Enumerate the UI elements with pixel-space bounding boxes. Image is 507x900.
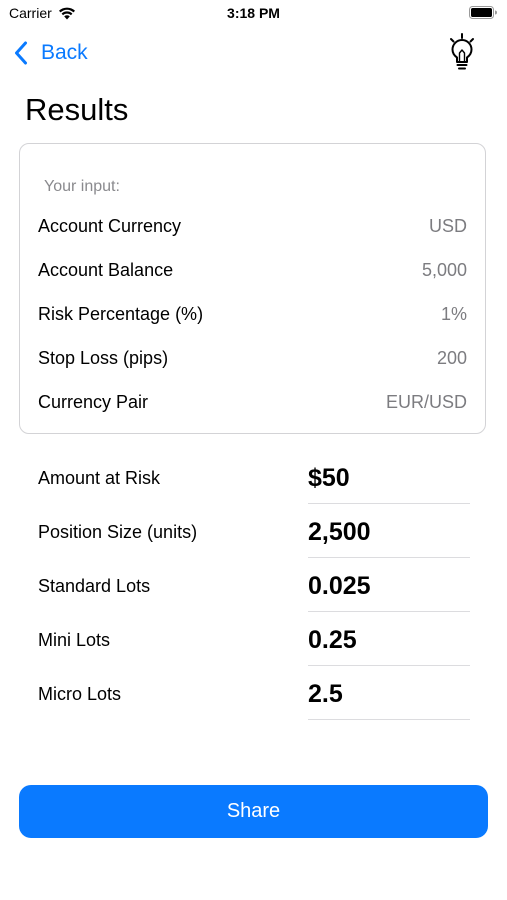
- result-divider: [308, 557, 470, 558]
- result-value: 0.25: [308, 626, 357, 654]
- input-value: EUR/USD: [385, 391, 467, 412]
- status-bar: Carrier 3:18 PM: [0, 0, 507, 28]
- input-label: Currency Pair: [38, 391, 149, 412]
- lightbulb-icon[interactable]: [444, 32, 480, 72]
- input-label: Stop Loss (pips): [38, 347, 169, 368]
- result-value: 2,500: [308, 518, 371, 546]
- result-value: $50: [308, 464, 350, 492]
- share-button[interactable]: Share: [19, 785, 488, 838]
- chevron-left-icon: [15, 41, 27, 65]
- input-row-currency-pair: Currency Pair EUR/USD: [38, 390, 467, 414]
- input-row-account-currency: Account Currency USD: [38, 214, 467, 238]
- input-summary-card: Your input: Account Currency USD Account…: [19, 143, 486, 434]
- result-row-standard-lots: Standard Lots 0.025: [38, 561, 470, 615]
- result-row-mini-lots: Mini Lots 0.25: [38, 615, 470, 669]
- result-divider: [308, 665, 470, 666]
- result-value: 2.5: [308, 680, 343, 708]
- result-label: Standard Lots: [38, 576, 151, 596]
- page-title: Results: [25, 92, 129, 127]
- input-label: Risk Percentage (%): [38, 303, 204, 324]
- input-label: Account Currency: [38, 215, 182, 236]
- back-label: Back: [41, 41, 88, 64]
- result-row-micro-lots: Micro Lots 2.5: [38, 669, 470, 723]
- battery-icon: [469, 6, 497, 19]
- result-label: Micro Lots: [38, 684, 122, 704]
- result-divider: [308, 719, 470, 720]
- result-divider: [308, 503, 470, 504]
- result-value: 0.025: [308, 572, 371, 600]
- result-row-position-size: Position Size (units) 2,500: [38, 507, 470, 561]
- input-row-account-balance: Account Balance 5,000: [38, 258, 467, 282]
- input-value: USD: [428, 215, 467, 236]
- result-row-amount-at-risk: Amount at Risk $50: [38, 453, 470, 507]
- back-button[interactable]: Back: [14, 38, 88, 68]
- result-label: Amount at Risk: [38, 468, 161, 488]
- input-row-risk-percentage: Risk Percentage (%) 1%: [38, 302, 467, 326]
- result-divider: [308, 611, 470, 612]
- card-header: Your input:: [44, 178, 120, 195]
- input-value: 5,000: [421, 259, 467, 280]
- input-label: Account Balance: [38, 259, 174, 280]
- status-time: 3:18 PM: [227, 5, 280, 21]
- input-value: 200: [436, 347, 467, 368]
- result-label: Position Size (units): [38, 522, 198, 542]
- result-label: Mini Lots: [38, 630, 111, 650]
- input-row-stop-loss: Stop Loss (pips) 200: [38, 346, 467, 370]
- input-value: 1%: [440, 303, 467, 324]
